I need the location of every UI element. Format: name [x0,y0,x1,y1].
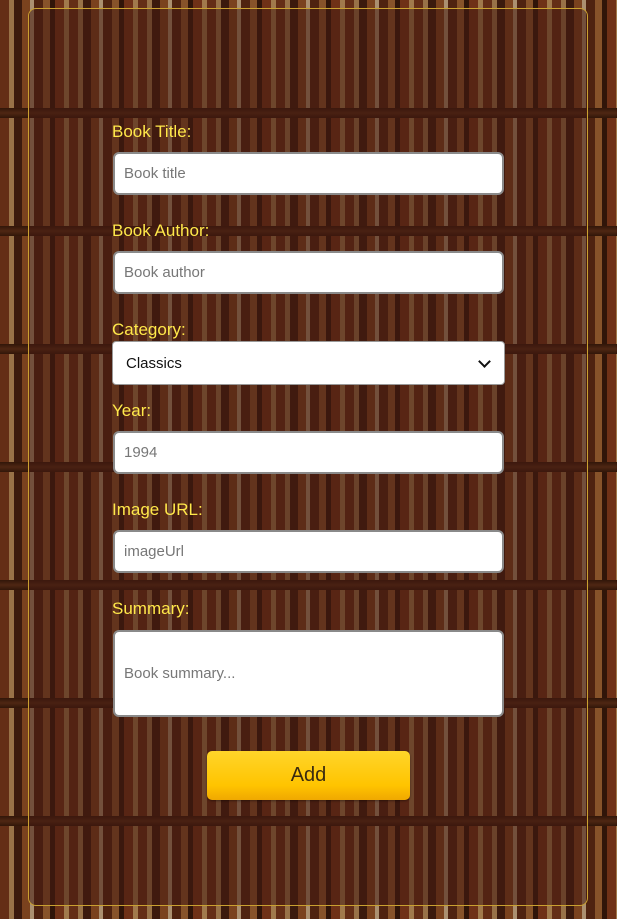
summary-label: Summary: [112,599,190,618]
image-url-input[interactable] [113,530,504,573]
chevron-down-icon [478,354,491,368]
add-button[interactable]: Add [207,751,410,800]
book-title-label: Book Title: [112,122,192,141]
category-label: Category: [112,320,186,339]
image-url-label: Image URL: [112,500,203,519]
book-author-label: Book Author: [112,221,210,240]
year-label: Year: [112,401,152,420]
year-input[interactable] [113,431,504,474]
category-selected-value: Classics [126,354,182,372]
summary-placeholder: Book summary... [124,665,236,682]
book-title-input[interactable] [113,152,504,195]
category-select[interactable]: Classics [112,341,505,385]
book-author-input[interactable] [113,251,504,294]
summary-textarea[interactable]: Book summary... [113,630,504,717]
